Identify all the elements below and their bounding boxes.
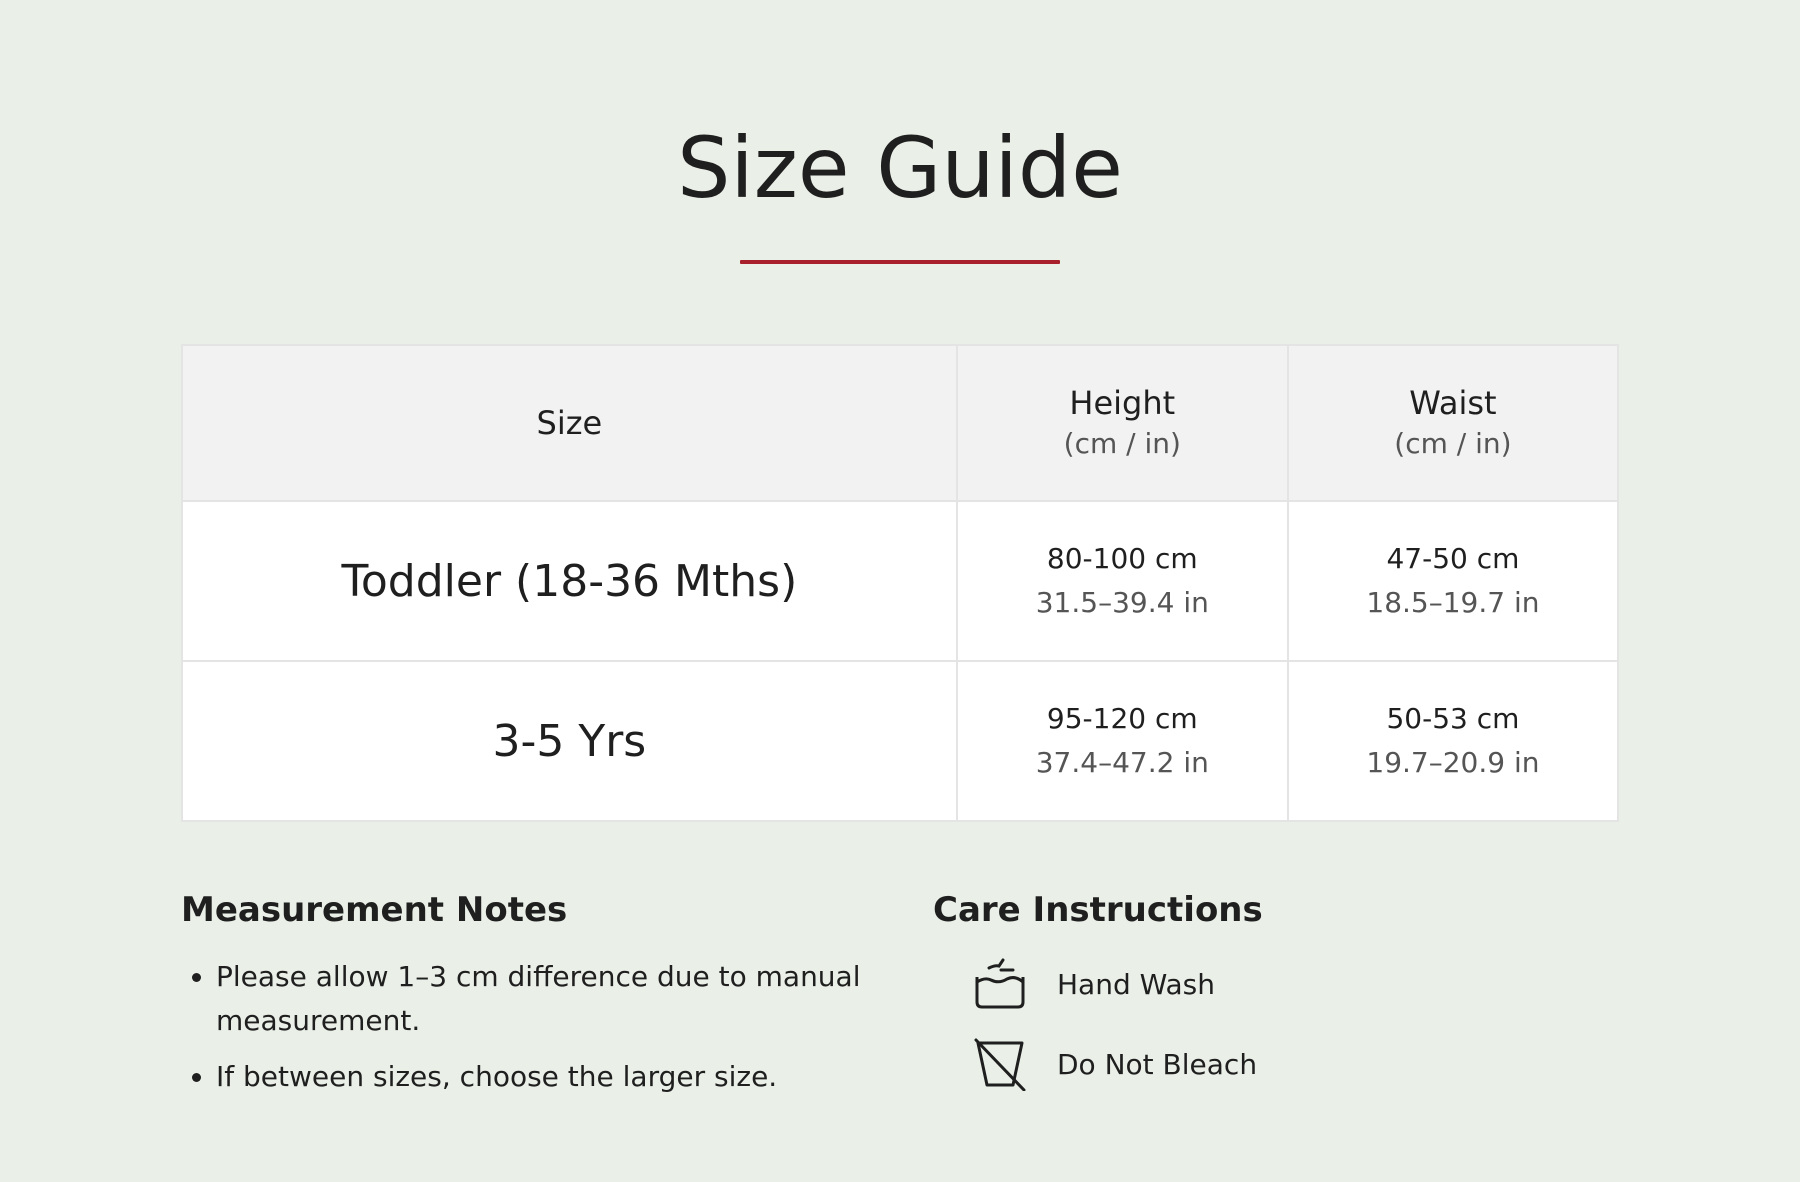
height-cm: 95-120 cm (1046, 702, 1198, 735)
care-label: Hand Wash (1057, 967, 1216, 1001)
header-height-unit: (cm / in) (1063, 427, 1181, 460)
size-cell: Toddler (18-36 Mths) (181, 500, 958, 662)
height-cell: 80-100 cm 31.5–39.4 in (955, 500, 1289, 662)
waist-in: 18.5–19.7 in (1366, 586, 1540, 619)
size-table: Size Height (cm / in) Waist (cm / in) To… (181, 344, 1620, 822)
list-item: Please allow 1–3 cm difference due to ma… (216, 955, 901, 1043)
care-instructions: Care Instructions Hand Wash Do Not Bleac (933, 885, 1633, 1117)
waist-cm: 47-50 cm (1386, 542, 1520, 575)
waist-cm: 50-53 cm (1386, 702, 1520, 735)
header-waist-label: Waist (1409, 384, 1497, 422)
table-row: 3-5 Yrs 95-120 cm 37.4–47.2 in 50-53 cm … (181, 660, 1620, 822)
waist-cell: 50-53 cm 19.7–20.9 in (1286, 660, 1620, 822)
height-cell: 95-120 cm 37.4–47.2 in (955, 660, 1289, 822)
height-in: 31.5–39.4 in (1035, 586, 1209, 619)
do-not-bleach-icon (973, 1037, 1027, 1092)
header-size-label: Size (536, 404, 603, 442)
header-height-label: Height (1069, 384, 1176, 422)
table-row: Toddler (18-36 Mths) 80-100 cm 31.5–39.4… (181, 500, 1620, 662)
measurement-notes: Measurement Notes Please allow 1–3 cm di… (181, 885, 901, 1111)
header-waist: Waist (cm / in) (1286, 344, 1620, 502)
header-size: Size (181, 344, 958, 502)
size-name: Toddler (18-36 Mths) (341, 555, 798, 607)
waist-in: 19.7–20.9 in (1366, 746, 1540, 779)
height-in: 37.4–47.2 in (1035, 746, 1209, 779)
list-item: If between sizes, choose the larger size… (216, 1055, 901, 1099)
care-list: Hand Wash Do Not Bleach (933, 957, 1633, 1092)
waist-cell: 47-50 cm 18.5–19.7 in (1286, 500, 1620, 662)
hand-wash-icon (973, 957, 1027, 1011)
header-height: Height (cm / in) (955, 344, 1289, 502)
care-instructions-title: Care Instructions (933, 890, 1263, 930)
size-cell: 3-5 Yrs (181, 660, 958, 822)
care-item-do-not-bleach: Do Not Bleach (973, 1037, 1633, 1092)
page-title: Size Guide (677, 119, 1123, 217)
care-label: Do Not Bleach (1057, 1047, 1258, 1081)
measurement-notes-list: Please allow 1–3 cm difference due to ma… (181, 955, 901, 1099)
header-waist-unit: (cm / in) (1394, 427, 1512, 460)
measurement-notes-title: Measurement Notes (181, 890, 568, 930)
title-underline (740, 260, 1060, 264)
table-header-row: Size Height (cm / in) Waist (cm / in) (181, 344, 1620, 502)
size-name: 3-5 Yrs (492, 715, 647, 767)
care-item-hand-wash: Hand Wash (973, 957, 1633, 1011)
height-cm: 80-100 cm (1046, 542, 1198, 575)
